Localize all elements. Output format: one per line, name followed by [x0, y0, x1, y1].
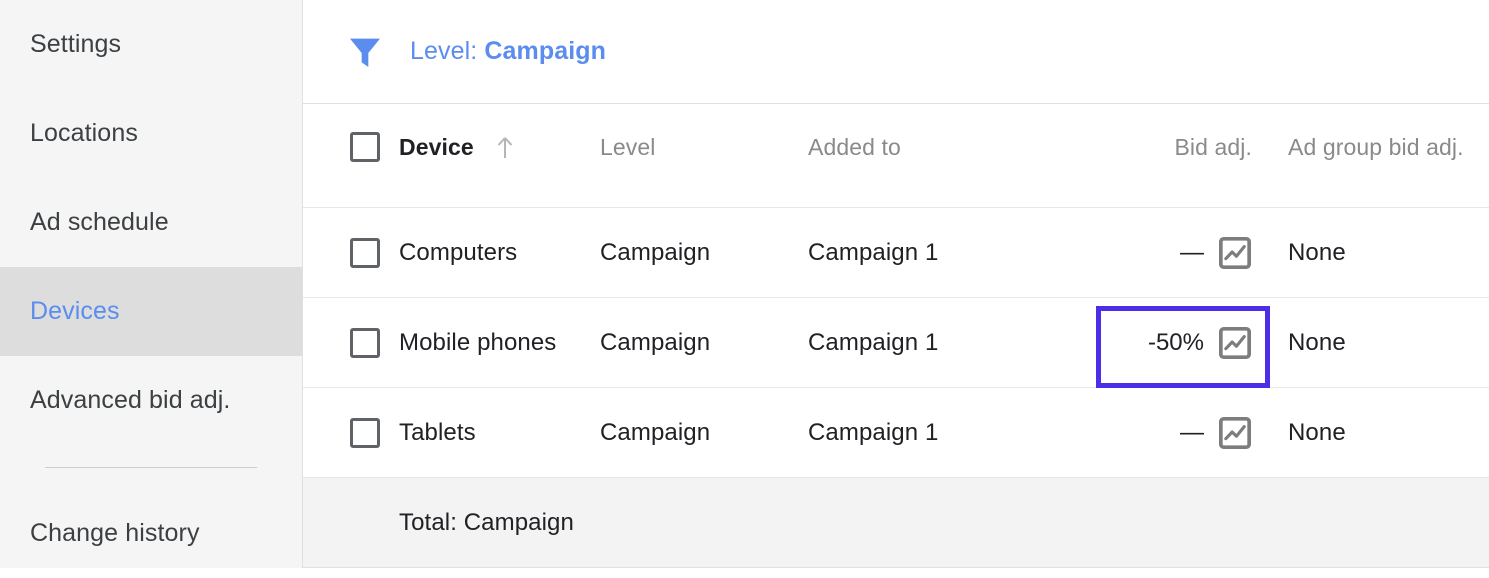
filter-label-value: Campaign: [484, 37, 607, 65]
cell-level: Campaign: [600, 237, 808, 268]
cell-level-label: Campaign: [600, 239, 711, 266]
cell-device: Tablets: [399, 417, 600, 448]
column-header-bid-adj[interactable]: Bid adj.: [1090, 132, 1262, 163]
cell-added-to: Campaign 1: [808, 327, 1090, 358]
sidebar-item-settings[interactable]: Settings: [0, 0, 302, 89]
cell-ad-group-bid-adj: None: [1262, 417, 1489, 448]
table-header-row: Device Level Added to Bid adj. Ad group …: [303, 104, 1489, 208]
cell-ad-group-bid-adj-label: None: [1288, 419, 1346, 446]
column-header-ad-group-bid-adj[interactable]: Ad group bid adj.: [1262, 132, 1489, 163]
row-select-cell: [303, 327, 399, 358]
sidebar-divider: [0, 445, 302, 489]
cell-level: Campaign: [600, 417, 808, 448]
arrow-up-icon: [494, 135, 516, 161]
cell-device: Mobile phones: [399, 327, 600, 358]
cell-added-to: Campaign 1: [808, 417, 1090, 448]
sidebar-item-devices[interactable]: Devices: [0, 267, 302, 356]
devices-table: Device Level Added to Bid adj. Ad group …: [303, 104, 1489, 568]
sidebar-item-label: Change history: [30, 519, 200, 547]
bid-adj-value: -50%: [1147, 328, 1204, 356]
bid-adj-value: —: [1180, 238, 1204, 266]
filter-bar: Level: Campaign: [303, 0, 1489, 104]
row-checkbox[interactable]: [350, 237, 380, 268]
bid-adj-value: —: [1180, 418, 1204, 446]
settings-sidebar: Settings Locations Ad schedule Devices A…: [0, 0, 302, 568]
chart-icon[interactable]: [1218, 416, 1252, 450]
table-row[interactable]: Mobile phones Campaign Campaign 1 -50% N…: [303, 298, 1489, 388]
table-total-row: Total: Campaign: [303, 478, 1489, 568]
filter-funnel-icon[interactable]: [345, 32, 385, 72]
cell-level-label: Campaign: [600, 419, 711, 446]
cell-added-to: Campaign 1: [808, 237, 1090, 268]
row-select-cell: [303, 417, 399, 448]
cell-level: Campaign: [600, 327, 808, 358]
cell-device: Computers: [399, 237, 600, 268]
cell-device-label: Computers: [399, 239, 518, 266]
cell-level-label: Campaign: [600, 329, 711, 356]
select-all-cell: [303, 132, 399, 162]
total-label-cell: Total: Campaign: [399, 507, 574, 538]
column-header-label: Device: [399, 134, 474, 160]
chart-icon[interactable]: [1218, 236, 1252, 270]
column-header-label: Level: [600, 134, 656, 160]
row-checkbox[interactable]: [350, 327, 380, 358]
table-row[interactable]: Tablets Campaign Campaign 1 — None: [303, 388, 1489, 478]
total-label: Total: Campaign: [399, 509, 574, 536]
cell-device-label: Mobile phones: [399, 329, 557, 356]
cell-bid-adj[interactable]: —: [1090, 236, 1262, 270]
filter-chip-level[interactable]: Level: Campaign: [410, 37, 606, 66]
sidebar-item-label: Ad schedule: [30, 208, 169, 236]
table-row[interactable]: Computers Campaign Campaign 1 — None: [303, 208, 1489, 298]
row-select-cell: [303, 237, 399, 268]
cell-ad-group-bid-adj: None: [1262, 327, 1489, 358]
cell-ad-group-bid-adj: None: [1262, 237, 1489, 268]
row-checkbox[interactable]: [350, 417, 380, 448]
column-header-device[interactable]: Device: [399, 132, 600, 163]
filter-label-prefix: Level:: [410, 37, 478, 65]
sidebar-item-label: Devices: [30, 297, 120, 325]
main-content: Level: Campaign Device Level Added to Bi…: [302, 0, 1489, 568]
sidebar-item-label: Locations: [30, 119, 138, 147]
cell-added-to-label: Campaign 1: [808, 239, 939, 266]
column-header-label: Bid adj.: [1174, 134, 1252, 160]
sidebar-item-advanced-bid-adj[interactable]: Advanced bid adj.: [0, 356, 302, 445]
sidebar-item-change-history[interactable]: Change history: [0, 489, 302, 578]
sidebar-item-ad-schedule[interactable]: Ad schedule: [0, 178, 302, 267]
column-header-added-to[interactable]: Added to: [808, 132, 1090, 163]
cell-bid-adj[interactable]: -50%: [1090, 326, 1262, 360]
cell-device-label: Tablets: [399, 419, 476, 446]
column-header-level[interactable]: Level: [600, 132, 808, 163]
cell-ad-group-bid-adj-label: None: [1288, 329, 1346, 356]
devices-settings-page: Settings Locations Ad schedule Devices A…: [0, 0, 1489, 568]
cell-bid-adj[interactable]: —: [1090, 416, 1262, 450]
cell-ad-group-bid-adj-label: None: [1288, 239, 1346, 266]
sidebar-item-label: Settings: [30, 30, 122, 58]
cell-added-to-label: Campaign 1: [808, 419, 939, 446]
cell-added-to-label: Campaign 1: [808, 329, 939, 356]
divider-line: [45, 466, 257, 468]
column-header-label: Added to: [808, 134, 901, 160]
chart-icon[interactable]: [1218, 326, 1252, 360]
sidebar-item-label: Advanced bid adj.: [30, 386, 231, 414]
sidebar-item-locations[interactable]: Locations: [0, 89, 302, 178]
select-all-checkbox[interactable]: [350, 132, 380, 162]
column-header-label: Ad group bid adj.: [1288, 134, 1464, 160]
